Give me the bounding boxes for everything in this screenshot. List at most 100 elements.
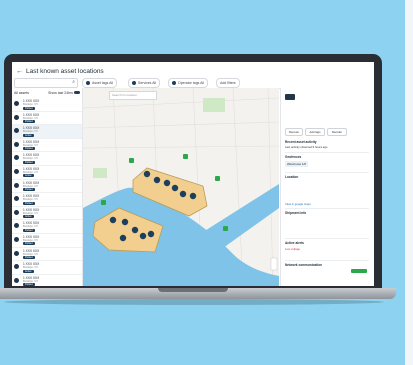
vehicle-icon	[14, 196, 19, 202]
green-pin-icon[interactable]	[183, 154, 188, 159]
asset-list-item[interactable]: 1 XXX XXX Brooklyn, NY Parked	[12, 248, 82, 262]
asset-status-badge: Parked	[23, 147, 35, 151]
divider	[285, 152, 369, 153]
status-pill	[351, 269, 367, 273]
section-alerts: Active alerts	[285, 241, 304, 245]
green-pin-icon[interactable]	[223, 226, 228, 231]
asset-marker[interactable]	[109, 216, 117, 224]
chip-services[interactable]: Services All	[128, 78, 161, 88]
asset-address: Brooklyn, NY	[23, 198, 39, 202]
asset-list-item[interactable]: 1 XXX XXX Brooklyn, NY Active	[12, 261, 82, 275]
asset-marker[interactable]	[163, 179, 171, 187]
asset-list-item[interactable]: 1 XXX XXX Brooklyn, NY Active	[12, 125, 82, 139]
section-location: Location	[285, 175, 299, 179]
asset-marker[interactable]	[189, 192, 197, 200]
park-area	[93, 168, 107, 178]
section-network: Network communication	[285, 263, 323, 267]
search-input[interactable]: ⌕	[14, 78, 78, 88]
vehicle-icon	[14, 182, 19, 188]
asset-marker[interactable]	[121, 218, 129, 226]
section-shipment: Shipment info	[285, 211, 307, 215]
chip-dot-icon	[86, 81, 90, 86]
asset-status-badge: Parked	[23, 120, 35, 124]
vehicle-icon	[14, 236, 19, 242]
back-arrow-icon[interactable]: ←	[16, 68, 23, 75]
vehicle-icon	[14, 209, 19, 215]
vehicle-icon	[285, 94, 295, 100]
divider	[285, 260, 369, 261]
asset-sidebar: All assets Show last 24hrs 1 XXX XXX Broo…	[12, 88, 83, 286]
vehicle-icon	[14, 101, 19, 106]
asset-status-badge: Parked	[23, 160, 35, 164]
green-pin-icon[interactable]	[101, 200, 106, 205]
show-toggle[interactable]	[74, 91, 80, 94]
section-activity: Recent asset activity	[285, 140, 317, 144]
top-bar: ← Last known asset locations ⌕ Asset tag…	[12, 62, 374, 89]
chip-add-filters[interactable]: Add filters	[216, 78, 240, 88]
asset-list-item[interactable]: 1 XXX XXX Brooklyn, NY Parked	[12, 98, 82, 112]
asset-status-badge: Active	[23, 174, 34, 178]
asset-marker[interactable]	[143, 170, 151, 178]
vehicle-icon	[14, 223, 19, 229]
laptop-notch	[158, 288, 228, 292]
map-search-input[interactable]: Search for location	[109, 91, 157, 100]
asset-list-item[interactable]: 1 XXX XXX Brooklyn, NY Parked	[12, 275, 82, 286]
chip-operator-tags[interactable]: Operator tags All	[168, 78, 209, 88]
asset-list-item[interactable]: 1 XXX XXX Brooklyn, NY Active	[12, 166, 82, 180]
water-channel	[203, 184, 279, 248]
map-view[interactable]: Search for location	[83, 88, 279, 286]
asset-marker[interactable]	[119, 234, 127, 242]
vehicle-icon	[14, 250, 19, 256]
asset-list: 1 XXX XXX Brooklyn, NY Parked 1 XXX XXX Broo…	[12, 98, 82, 286]
asset-status-badge: Parked	[23, 228, 35, 232]
asset-status-badge: Parked	[23, 188, 35, 192]
reorder-button[interactable]: Reorder	[327, 128, 347, 136]
asset-marker[interactable]	[147, 230, 155, 238]
asset-marker[interactable]	[171, 184, 179, 192]
asset-marker[interactable]	[153, 176, 161, 184]
asset-marker[interactable]	[131, 226, 139, 234]
asset-address: Brooklyn, NY	[23, 157, 39, 161]
search-icon: ⌕	[72, 79, 75, 85]
asset-list-item[interactable]: 1 XXX XXX Brooklyn, NY Parked	[12, 180, 82, 194]
vehicle-icon	[14, 141, 19, 147]
section-geofences: Geofences	[285, 155, 302, 159]
asset-address: Brooklyn, NY	[23, 225, 39, 229]
filter-row: ⌕ Asset tags All Services All Operator t…	[12, 77, 374, 88]
laptop-shadow	[4, 299, 384, 305]
reroute-button[interactable]: Reroute	[285, 128, 303, 136]
page-title: Last known asset locations	[26, 68, 104, 75]
asset-status-badge: Parked	[23, 256, 35, 260]
green-pin-icon[interactable]	[215, 176, 220, 181]
vehicle-icon	[14, 168, 19, 174]
add-tags-button[interactable]: Add tags	[305, 128, 325, 136]
vehicle-icon	[14, 114, 19, 120]
asset-list-item[interactable]: 1 XXX XXX Brooklyn, NY Parked	[12, 139, 82, 153]
asset-marker[interactable]	[139, 232, 147, 240]
asset-status-badge: Parked	[23, 106, 35, 110]
vehicle-icon	[14, 264, 19, 270]
asset-address: Brooklyn, NY	[23, 266, 39, 270]
asset-list-item[interactable]: 1 XXX XXX Brooklyn, NY Parked	[12, 234, 82, 248]
sidebar-header: All assets Show last 24hrs	[12, 88, 82, 98]
vehicle-icon	[14, 128, 19, 134]
chip-asset-tags[interactable]: Asset tags All	[82, 78, 118, 88]
asset-address: Brooklyn, NY	[23, 130, 39, 134]
asset-marker[interactable]	[179, 190, 187, 198]
asset-list-item[interactable]: 1 XXX XXX Brooklyn, NY Parked	[12, 112, 82, 126]
vehicle-icon	[14, 277, 19, 283]
green-pin-icon[interactable]	[129, 158, 134, 163]
divider	[285, 238, 369, 239]
right-edge-strip	[405, 0, 413, 365]
asset-status-badge: Parked	[23, 242, 35, 246]
asset-list-item[interactable]: 1 XXX XXX Brooklyn, NY Parked	[12, 193, 82, 207]
asset-list-item[interactable]: 1 XXX XXX Brooklyn, NY Parked	[12, 220, 82, 234]
asset-list-item[interactable]: 1 XXX XXX Brooklyn, NY Active	[12, 207, 82, 221]
divider	[285, 208, 369, 209]
park-area	[203, 98, 225, 112]
maps-link[interactable]: View in google maps	[285, 202, 311, 206]
asset-list-item[interactable]: 1 XXX XXX Brooklyn, NY Parked	[12, 152, 82, 166]
laptop-screen: ← Last known asset locations ⌕ Asset tag…	[12, 62, 374, 286]
geofence-chip[interactable]: Warehouse 1/8	[285, 161, 308, 167]
zoom-control[interactable]	[270, 257, 278, 271]
